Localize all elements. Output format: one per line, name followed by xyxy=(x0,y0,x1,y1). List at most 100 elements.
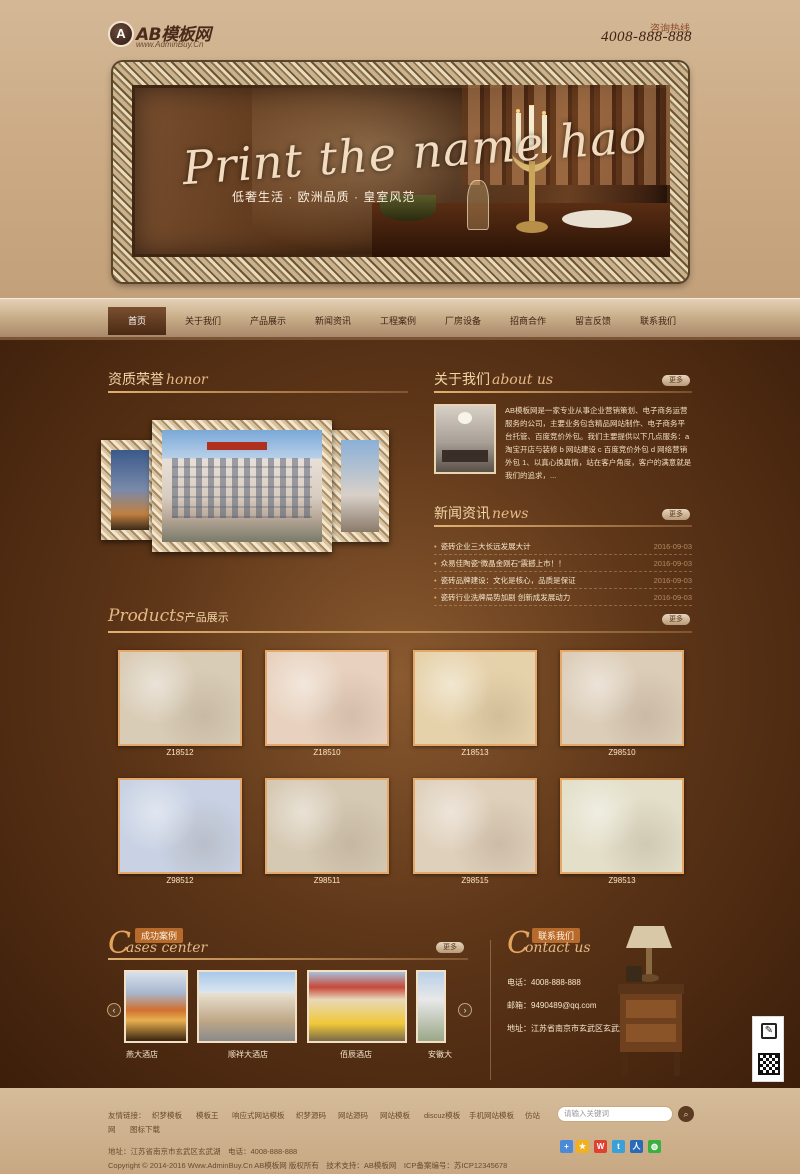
news-section-title: 新闻资讯 news xyxy=(434,503,528,523)
weibo-icon[interactable]: W xyxy=(594,1140,607,1153)
news-item[interactable]: • 众易佳陶瓷“微晶金刚石”震撼上市！！ 2016-09-03 xyxy=(434,555,692,572)
edit-icon[interactable]: ✎ xyxy=(761,1023,777,1039)
search-input[interactable]: 请输入关键词 xyxy=(557,1106,673,1122)
logo-mark[interactable]: A xyxy=(108,21,134,47)
cases-prev-arrow-icon[interactable]: ‹ xyxy=(107,1003,121,1017)
about-divider xyxy=(434,391,692,393)
footer-link[interactable]: 模板王 xyxy=(196,1110,219,1121)
news-item-date: 2016-09-03 xyxy=(653,593,692,602)
news-script: news xyxy=(492,506,529,522)
about-more-button[interactable]: 更多 xyxy=(662,375,690,386)
news-item-title[interactable]: 瓷砖行业洗牌局势加剧 创新成发展动力 xyxy=(441,593,571,602)
honor-title: 资质荣誉 xyxy=(108,371,164,387)
case-label[interactable]: 顺祥大酒店 xyxy=(228,1049,268,1060)
news-divider xyxy=(434,525,692,527)
honor-photo-main[interactable] xyxy=(152,420,332,552)
case-label[interactable]: 佰辰酒店 xyxy=(340,1049,372,1060)
case-label[interactable]: 燕大酒店 xyxy=(126,1049,158,1060)
news-item[interactable]: • 瓷砖品牌建设：文化是核心，品质是保证 2016-09-03 xyxy=(434,572,692,589)
products-section-title: Products产品展示 xyxy=(108,606,229,626)
product-image[interactable] xyxy=(118,650,242,746)
about-title: 关于我们 xyxy=(434,371,490,387)
product-image[interactable] xyxy=(560,778,684,874)
product-code[interactable]: Z98512 xyxy=(118,876,242,885)
products-more-button[interactable]: 更多 xyxy=(662,614,690,625)
product-code[interactable]: Z98515 xyxy=(413,876,537,885)
footer-link[interactable]: 仿站 xyxy=(525,1110,540,1121)
banner-image[interactable]: Print the name hao 低奢生活 · 欧洲品质 · 皇室风范 xyxy=(132,85,670,257)
products-script: Products xyxy=(108,606,185,626)
main-nav: 首页 关于我们 产品展示 新闻资讯 工程案例 厂房设备 招商合作 留言反馈 联系… xyxy=(0,298,800,340)
footer-link[interactable]: 响应式网站模板 xyxy=(232,1110,285,1121)
news-item[interactable]: • 瓷砖行业洗牌局势加剧 创新成发展动力 2016-09-03 xyxy=(434,589,692,606)
footer-link[interactable]: 网站源码 xyxy=(338,1110,368,1121)
nightstand-lamp-icon xyxy=(618,926,684,1076)
bullet-icon: • xyxy=(434,593,437,602)
news-item-title[interactable]: 瓷砖企业三大长远发展大计 xyxy=(441,542,531,551)
footer-links-label: 友情链接： xyxy=(108,1111,146,1120)
news-title: 新闻资讯 xyxy=(434,505,490,521)
nav-item-home[interactable]: 首页 xyxy=(108,307,166,335)
share-plus-icon[interactable]: + xyxy=(560,1140,573,1153)
plate-icon xyxy=(562,210,632,228)
news-item-title[interactable]: 瓷砖品牌建设：文化是核心，品质是保证 xyxy=(441,576,576,585)
product-image[interactable] xyxy=(265,778,389,874)
wechat-icon[interactable]: ◍ xyxy=(648,1140,661,1153)
hotline-number: 4008-888-888 xyxy=(601,29,692,45)
footer-link[interactable]: 织梦源码 xyxy=(296,1110,326,1121)
qrcode-icon[interactable] xyxy=(758,1053,780,1075)
footer-link[interactable]: discuz模板 xyxy=(424,1110,460,1121)
nav-item-feedback[interactable]: 留言反馈 xyxy=(562,307,624,335)
nav-item-contact[interactable]: 联系我们 xyxy=(627,307,689,335)
footer-link[interactable]: 网 xyxy=(108,1124,116,1135)
case-image[interactable] xyxy=(307,970,407,1043)
qzone-icon[interactable]: ★ xyxy=(576,1140,589,1153)
chandelier-icon xyxy=(458,412,472,424)
product-image[interactable] xyxy=(265,650,389,746)
product-image[interactable] xyxy=(118,778,242,874)
nav-item-equipment[interactable]: 厂房设备 xyxy=(432,307,494,335)
footer-link[interactable]: 图标下载 xyxy=(130,1124,160,1135)
footer-link[interactable]: 手机网站模板 xyxy=(469,1110,514,1121)
product-code[interactable]: Z18512 xyxy=(118,748,242,757)
wine-glass-icon xyxy=(467,180,489,230)
product-code[interactable]: Z18513 xyxy=(413,748,537,757)
about-thumbnail[interactable] xyxy=(434,404,496,474)
product-image[interactable] xyxy=(413,650,537,746)
cases-script: ases center xyxy=(126,940,208,956)
nav-item-news[interactable]: 新闻资讯 xyxy=(302,307,364,335)
footer-link[interactable]: 网站模板 xyxy=(380,1110,410,1121)
news-item[interactable]: • 瓷砖企业三大长远发展大计 2016-09-03 xyxy=(434,538,692,555)
products-divider xyxy=(108,631,692,633)
tencent-weibo-icon[interactable]: t xyxy=(612,1140,625,1153)
room-furniture xyxy=(442,450,488,462)
nav-item-cases[interactable]: 工程案例 xyxy=(367,307,429,335)
renren-icon[interactable]: 人 xyxy=(630,1140,643,1153)
product-image[interactable] xyxy=(560,650,684,746)
nav-item-products[interactable]: 产品展示 xyxy=(237,307,299,335)
building-sign xyxy=(207,442,267,450)
news-more-button[interactable]: 更多 xyxy=(662,509,690,520)
nav-item-about[interactable]: 关于我们 xyxy=(172,307,234,335)
case-image[interactable] xyxy=(197,970,297,1043)
honor-photo-right[interactable] xyxy=(331,430,389,542)
cases-more-button[interactable]: 更多 xyxy=(436,942,464,953)
product-image[interactable] xyxy=(413,778,537,874)
case-label[interactable]: 安徽大 xyxy=(428,1049,452,1060)
nav-item-investment[interactable]: 招商合作 xyxy=(497,307,559,335)
honor-photo-left[interactable] xyxy=(101,440,159,540)
product-code[interactable]: Z98511 xyxy=(265,876,389,885)
case-image[interactable] xyxy=(416,970,446,1043)
case-image[interactable] xyxy=(124,970,188,1043)
news-item-title[interactable]: 众易佳陶瓷“微晶金刚石”震撼上市！！ xyxy=(441,559,566,568)
honor-divider xyxy=(108,391,408,393)
products-title: 产品展示 xyxy=(184,612,229,624)
cases-next-arrow-icon[interactable]: › xyxy=(458,1003,472,1017)
honor-section-title: 资质荣誉 honor xyxy=(108,369,208,389)
product-code[interactable]: Z98513 xyxy=(560,876,684,885)
search-icon[interactable]: ⌕ xyxy=(678,1106,694,1122)
footer-link[interactable]: 织梦模板 xyxy=(152,1110,182,1121)
product-code[interactable]: Z18510 xyxy=(265,748,389,757)
contact-phone: 电话：4008-888-888 xyxy=(507,978,581,987)
product-code[interactable]: Z98510 xyxy=(560,748,684,757)
